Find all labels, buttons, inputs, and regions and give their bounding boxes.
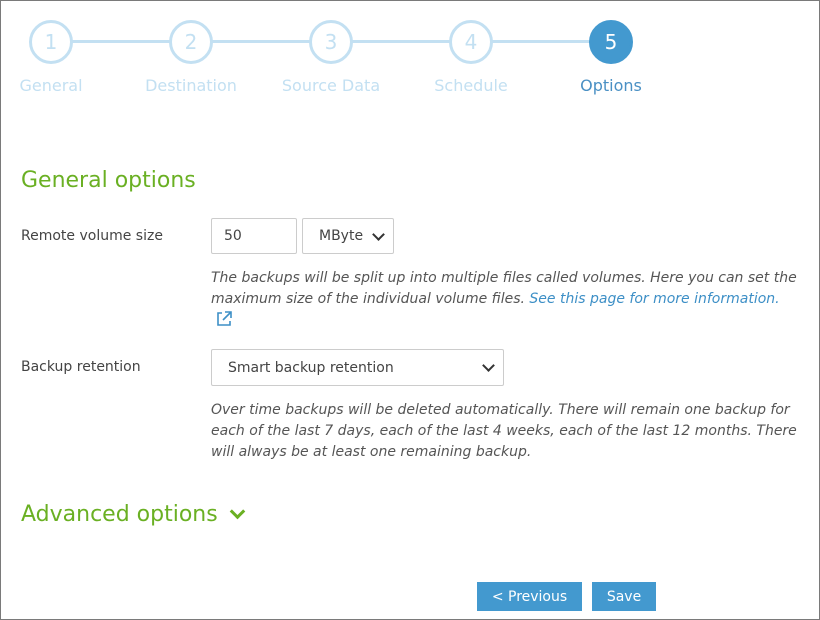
backup-retention-label: Backup retention (21, 359, 141, 375)
step-circle: 2 (169, 20, 213, 64)
chevron-down-icon (372, 227, 385, 241)
volume-unit-value: MByte (319, 228, 364, 244)
advanced-options-title: Advanced options (21, 502, 218, 527)
backup-retention-help: Over time backups will be deleted automa… (211, 402, 797, 460)
save-button[interactable]: Save (592, 582, 656, 611)
chevron-down-icon (482, 359, 495, 372)
wizard-stepper: 1 General 2 Destination 3 Source Data 4 … (0, 0, 820, 110)
general-options-title: General options (21, 168, 196, 193)
step-label: Options (580, 76, 642, 95)
step-general[interactable]: 1 General (0, 20, 121, 95)
step-circle: 1 (29, 20, 73, 64)
advanced-options-toggle[interactable]: Advanced options (21, 502, 245, 527)
step-source-data[interactable]: 3 Source Data (261, 20, 401, 95)
step-label: Destination (145, 76, 237, 95)
step-label: General (19, 76, 83, 95)
step-label: Source Data (281, 76, 381, 95)
step-circle: 5 (589, 20, 633, 64)
backup-retention-value: Smart backup retention (228, 359, 394, 376)
volume-unit-select[interactable]: MByte (302, 218, 394, 254)
more-info-link[interactable]: See this page for more information. (529, 291, 779, 307)
step-destination[interactable]: 2 Destination (121, 20, 261, 95)
step-circle: 4 (449, 20, 493, 64)
step-schedule[interactable]: 4 Schedule (401, 20, 541, 95)
previous-button[interactable]: < Previous (477, 582, 582, 611)
external-link-icon[interactable] (215, 310, 233, 335)
step-options[interactable]: 5 Options (541, 20, 681, 95)
remote-volume-size-input[interactable] (211, 218, 297, 254)
remote-volume-size-label: Remote volume size (21, 228, 163, 244)
chevron-down-icon (229, 503, 245, 520)
backup-retention-select[interactable]: Smart backup retention (211, 349, 504, 386)
step-circle: 3 (309, 20, 353, 64)
step-label: Schedule (434, 76, 508, 95)
remote-volume-help: The backups will be split up into multip… (211, 268, 811, 335)
